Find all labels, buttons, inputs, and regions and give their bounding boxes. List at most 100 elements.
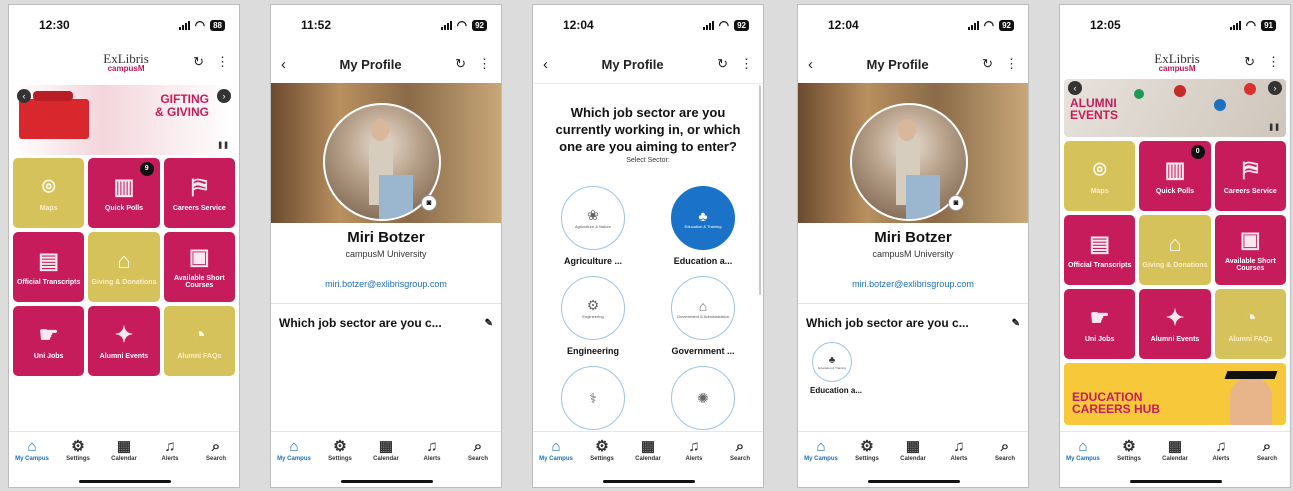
signal-icon (967, 20, 979, 30)
gears-icon: ⚙ (586, 297, 600, 313)
tab-my-campus[interactable]: ⌂ My Campus (274, 438, 314, 487)
bell-icon: ♫ (1215, 438, 1227, 455)
promo-banner[interactable]: GIFTING & GIVING ‹ › ❚❚ (13, 85, 235, 155)
home-indicator (79, 480, 171, 483)
promo-banner[interactable]: ALUMNI EVENTS ‹ › ❚❚ (1064, 79, 1286, 137)
job-sector-section[interactable]: Which job sector are you c... ✎ (271, 303, 501, 342)
exlibris-logo: ExLibris campusM (1154, 50, 1200, 73)
courses-icon: ▣ (1239, 227, 1261, 252)
tile-uni-jobs[interactable]: ☛ Uni Jobs (1064, 289, 1136, 359)
sector-grid: ❀ Agriculture & Nature Agriculture ... ♣ Ed… (533, 164, 763, 430)
tile-maps[interactable]: ⌾ Maps (1064, 141, 1136, 211)
tile-alumni-faqs[interactable]: ◔ Alumni FAQs (1214, 289, 1286, 359)
tab-my-campus[interactable]: ⌂ My Campus (536, 438, 576, 487)
tab-search[interactable]: ⌕ Search (1247, 438, 1287, 487)
sector-other[interactable]: ✺ (653, 366, 753, 430)
more-icon[interactable]: ⋮ (216, 54, 229, 70)
refresh-icon[interactable]: ↻ (455, 56, 466, 72)
home-icon: ⌂ (289, 438, 299, 455)
profile-email-link[interactable]: miri.botzer@exlibrisgroup.com (798, 279, 1028, 289)
tile-official-transcripts[interactable]: ▤ Official Transcripts (1064, 215, 1136, 285)
pause-icon[interactable]: ❚❚ (1268, 123, 1280, 131)
tab-search[interactable]: ⌕ Search (720, 438, 760, 487)
scrollbar[interactable] (759, 85, 761, 295)
tab-search[interactable]: ⌕ Search (458, 438, 498, 487)
job-sector-section[interactable]: Which job sector are you c... ✎ (798, 303, 1028, 342)
bell-icon: ♫ (426, 438, 438, 455)
agriculture-icon: ❀ (587, 207, 599, 223)
refresh-icon[interactable]: ↻ (1244, 54, 1255, 70)
tab-my-campus[interactable]: ⌂ My Campus (801, 438, 841, 487)
tab-my-campus[interactable]: ⌂ My Campus (1063, 438, 1103, 487)
calendar-icon: ▦ (378, 438, 394, 455)
edit-icon[interactable]: ✎ (485, 318, 493, 329)
tile-giving-donations[interactable]: ⌂ Giving & Donations (88, 232, 160, 302)
map-pin-icon: ⌾ (1093, 156, 1107, 182)
certificate-icon: ▤ (38, 247, 60, 273)
tile-maps[interactable]: ⌾ Maps (13, 158, 85, 228)
wifi-icon: ◠ (194, 18, 206, 32)
banner-prev-button[interactable]: ‹ (1068, 81, 1082, 95)
sector-agriculture[interactable]: ❀ Agriculture & Nature Agriculture ... (543, 186, 643, 266)
refresh-icon[interactable]: ↻ (193, 54, 204, 70)
status-bar: 12:05 ◠ 91 (1060, 5, 1290, 45)
tab-search[interactable]: ⌕ Search (196, 438, 236, 487)
more-icon[interactable]: ⋮ (1005, 56, 1018, 72)
tile-quick-polls[interactable]: 9 ▥ Quick Polls (88, 158, 160, 228)
banner-next-button[interactable]: › (217, 89, 231, 103)
calendar-icon: ▦ (1167, 438, 1183, 455)
job-icon: ☛ (1089, 304, 1110, 330)
camera-icon[interactable]: ◙ (421, 195, 437, 211)
sector-health[interactable]: ⚕ (543, 366, 643, 430)
camera-icon[interactable]: ◙ (948, 195, 964, 211)
bottom-tab-bar: ⌂ My Campus ⚙ Settings ▦ Calendar ♫ Alerts ⌕… (1060, 431, 1290, 487)
back-button[interactable]: ‹ (543, 56, 548, 73)
banner-prev-button[interactable]: ‹ (17, 89, 31, 103)
calendar-icon: ▦ (640, 438, 656, 455)
careers-hub-banner[interactable]: EDUCATION CAREERS HUB (1064, 363, 1286, 425)
selected-sector-circle: ♣ Education & Training (812, 342, 852, 382)
tab-my-campus[interactable]: ⌂ My Campus (12, 438, 52, 487)
tile-quick-polls[interactable]: 0 ▥ Quick Polls (1139, 141, 1211, 211)
status-bar: 12:30 ◠ 88 (9, 5, 239, 45)
back-button[interactable]: ‹ (808, 56, 813, 73)
gear-icon: ⚙ (595, 438, 609, 455)
profile-email-link[interactable]: miri.botzer@exlibrisgroup.com (271, 279, 501, 289)
edit-icon[interactable]: ✎ (1012, 318, 1020, 329)
search-icon: ⌕ (473, 438, 483, 455)
tile-short-courses[interactable]: ▣ Available Short Courses (163, 232, 235, 302)
selected-sector-label: Education a... (810, 386, 863, 395)
careers-hub-text: EDUCATION CAREERS HUB (1072, 390, 1161, 416)
tile-short-courses[interactable]: ▣ Available Short Courses (1214, 215, 1286, 285)
banner-next-button[interactable]: › (1268, 81, 1282, 95)
profile-university: campusM University (872, 249, 954, 259)
tile-alumni-faqs[interactable]: ◔ Alumni FAQs (163, 306, 235, 376)
more-icon[interactable]: ⋮ (478, 56, 491, 72)
tile-uni-jobs[interactable]: ☛ Uni Jobs (13, 306, 85, 376)
profile-name: Miri Botzer (874, 229, 952, 246)
wifi-icon: ◠ (456, 18, 468, 32)
home-indicator (341, 480, 433, 483)
more-icon[interactable]: ⋮ (740, 56, 753, 72)
job-icon: ☛ (38, 321, 59, 347)
tile-alumni-events[interactable]: ✦ Alumni Events (1139, 289, 1211, 359)
tab-search[interactable]: ⌕ Search (985, 438, 1025, 487)
refresh-icon[interactable]: ↻ (982, 56, 993, 72)
tile-official-transcripts[interactable]: ▤ Official Transcripts (13, 232, 85, 302)
sector-education[interactable]: ♣ Education & Training Education a... (653, 186, 753, 266)
tile-giving-donations[interactable]: ⌂ Giving & Donations (1139, 215, 1211, 285)
tile-careers-service[interactable]: ⛿ Careers Service (163, 158, 235, 228)
refresh-icon[interactable]: ↻ (717, 56, 728, 72)
tile-alumni-events[interactable]: ✦ Alumni Events (88, 306, 160, 376)
sector-government[interactable]: ⌂ Government & Administration Government .… (653, 276, 753, 356)
profile-cover-photo: ◙ (271, 83, 501, 223)
page-title: My Profile (601, 56, 664, 72)
sector-engineering[interactable]: ⚙ Engineering Engineering (543, 276, 643, 356)
search-icon: ⌕ (1000, 438, 1010, 455)
tile-careers-service[interactable]: ⛿ Careers Service (1214, 141, 1286, 211)
status-time: 12:04 (563, 18, 594, 32)
pause-icon[interactable]: ❚❚ (217, 141, 229, 149)
gear-icon: ⚙ (860, 438, 874, 455)
more-icon[interactable]: ⋮ (1267, 54, 1280, 70)
back-button[interactable]: ‹ (281, 56, 286, 73)
